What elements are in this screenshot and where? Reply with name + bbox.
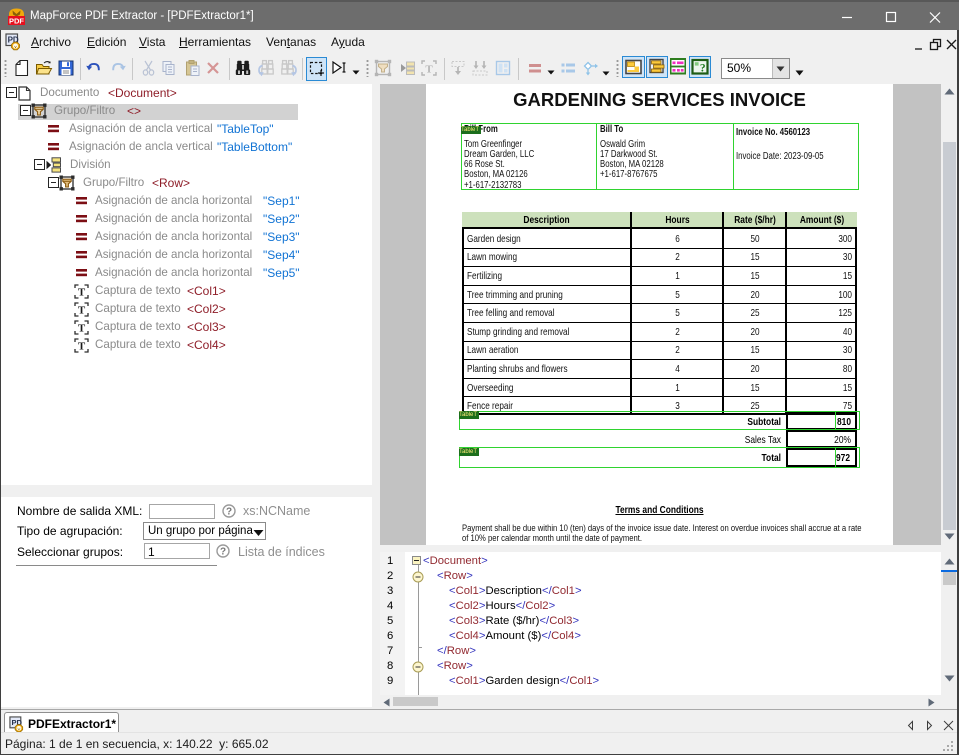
svg-text:PDF: PDF (9, 16, 24, 25)
svg-text:?: ? (700, 63, 706, 75)
svg-text:T: T (425, 64, 433, 76)
svg-text:?: ? (220, 547, 226, 558)
svg-text:?: ? (226, 507, 232, 518)
